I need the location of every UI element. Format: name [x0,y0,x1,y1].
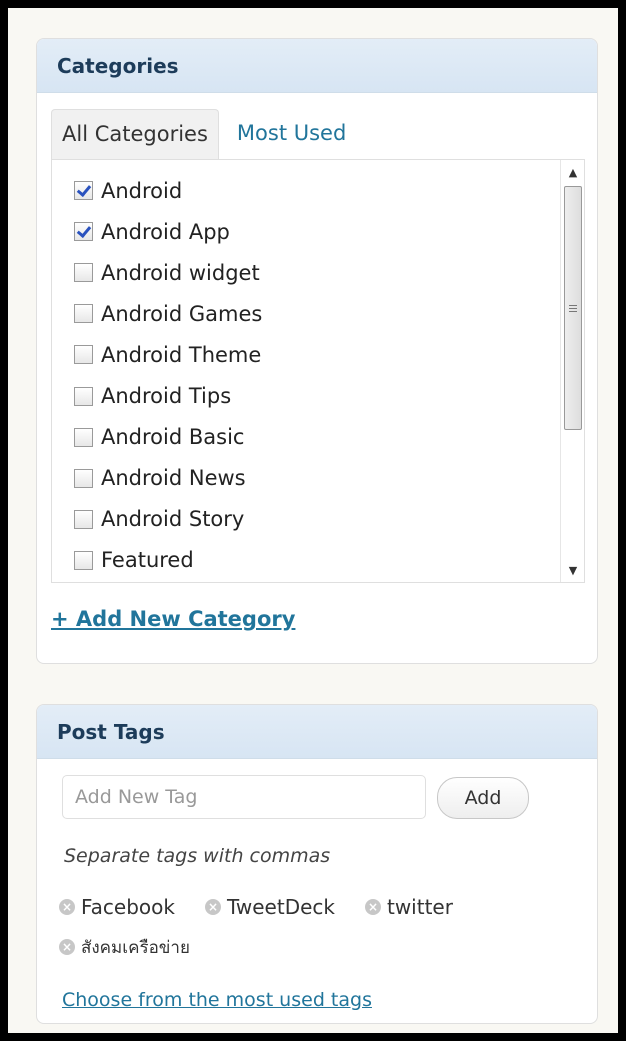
post-tags-box: Post Tags Add New Tag Add Separate tags … [36,704,598,1024]
category-item-android-theme[interactable]: Android Theme [74,334,262,375]
category-item-android-story[interactable]: Android Story [74,499,262,540]
checkbox-android[interactable] [74,181,93,201]
tag-social-network: × สังคมเครือข่าย [59,934,190,961]
checkbox-android-basic[interactable] [74,427,93,447]
category-label: Android News [101,466,246,491]
checkbox-featured[interactable] [74,550,93,570]
categories-header[interactable]: Categories [37,39,597,93]
category-item-featured[interactable]: Featured [74,540,262,581]
category-checklist: Android Android App Android widget Andro… [51,159,585,583]
category-item-android-app[interactable]: Android App [74,211,262,252]
category-item-android[interactable]: Android [74,170,262,211]
tab-all-categories[interactable]: All Categories [51,109,219,159]
category-label: Android App [101,219,230,244]
checkbox-android-widget[interactable] [74,263,93,283]
category-scrollbar[interactable]: ▲ ▼ [560,160,584,582]
category-item-android-games[interactable]: Android Games [74,293,262,334]
category-label: Android Theme [101,342,262,367]
remove-tag-icon[interactable]: × [204,899,221,915]
add-new-category-link[interactable]: + Add New Category [51,607,295,631]
tag-list: × Facebook × TweetDeck × twitter × สังคม… [59,887,559,967]
add-tag-button[interactable]: Add [437,777,529,819]
category-label: Android Tips [101,384,232,409]
tag-label: twitter [386,895,453,919]
tag-label: Facebook [81,895,175,919]
category-item-android-basic[interactable]: Android Basic [74,417,262,458]
tags-hint-text: Separate tags with commas [64,845,331,867]
checkbox-android-tips[interactable] [74,386,93,406]
category-label: Android Games [101,301,263,326]
category-tabs: All Categories Most Used [51,109,356,159]
tag-tweetdeck: × TweetDeck [204,895,335,919]
tag-label: สังคมเครือข่าย [81,937,190,958]
category-item-android-tips[interactable]: Android Tips [74,375,262,416]
checkbox-android-story[interactable] [74,509,93,529]
categories-title: Categories [57,53,179,78]
category-item-android-news[interactable]: Android News [74,458,262,499]
remove-tag-icon[interactable]: × [364,899,381,915]
tag-facebook: × Facebook [59,895,175,919]
choose-most-used-tags-link[interactable]: Choose from the most used tags [62,989,372,1011]
category-label: Android Basic [101,425,245,450]
post-tags-title: Post Tags [57,719,165,744]
scroll-thumb[interactable] [564,186,582,430]
remove-tag-icon[interactable]: × [59,899,75,915]
category-label: Android Story [101,507,245,532]
grip-icon [569,304,577,312]
remove-tag-icon[interactable]: × [59,939,75,955]
category-label: Android widget [101,260,260,285]
scroll-up-arrow-icon[interactable]: ▲ [561,160,585,184]
checkbox-android-news[interactable] [74,468,93,488]
categories-box: Categories All Categories Most Used Andr… [36,38,598,664]
tab-most-used[interactable]: Most Used [227,109,356,159]
category-item-android-widget[interactable]: Android widget [74,252,262,293]
category-label: Android [101,178,183,203]
checkbox-android-games[interactable] [74,304,93,324]
checkbox-android-theme[interactable] [74,345,93,365]
add-new-tag-input[interactable]: Add New Tag [62,775,426,819]
tag-twitter: × twitter [364,895,453,919]
checkbox-android-app[interactable] [74,222,93,242]
sidebar-panel: Categories All Categories Most Used Andr… [8,8,618,1033]
scroll-down-arrow-icon[interactable]: ▼ [561,558,585,582]
tag-label: TweetDeck [226,895,335,919]
post-tags-header[interactable]: Post Tags [37,705,597,759]
category-label: Featured [101,548,194,573]
